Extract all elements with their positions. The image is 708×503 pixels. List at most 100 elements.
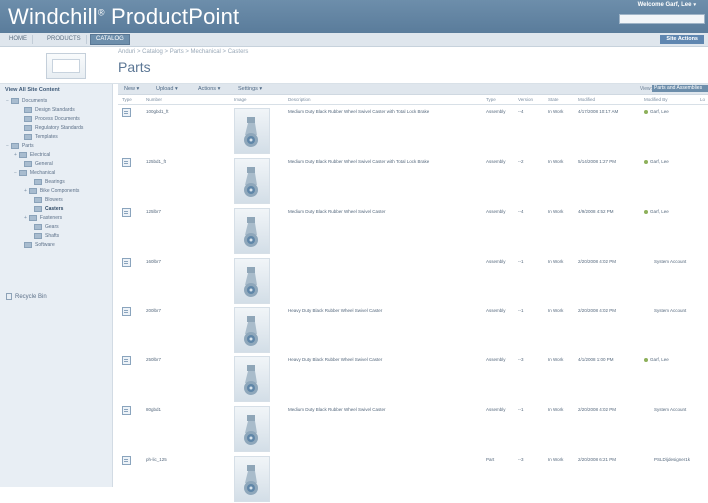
part-number-link[interactable]: 125lbr7	[146, 209, 161, 214]
tab-catalog[interactable]: CATALOG	[90, 34, 130, 45]
column-header-type-icon[interactable]: Type	[122, 97, 132, 102]
site-image	[46, 53, 86, 79]
tree-item-mechanical[interactable]: − Mechanical	[14, 169, 55, 177]
tab-products[interactable]: PRODUCTS	[42, 35, 87, 44]
table-row[interactable]: 125lbr7 Medium Duty Black Rubber Wheel Sw…	[118, 206, 708, 255]
tree-item-electrical[interactable]: + Electrical	[14, 151, 50, 159]
expand-icon[interactable]: +	[14, 152, 17, 158]
column-header-modified-by[interactable]: Modified By	[644, 97, 668, 102]
tree-item-general[interactable]: General	[24, 160, 53, 168]
modified-by-link[interactable]: Garf, Lee	[644, 357, 669, 362]
table-row[interactable]: 80gbd1 Medium Duty Black Rubber Wheel Swi…	[118, 404, 708, 453]
tree-item-design-standards[interactable]: Design Standards	[24, 106, 75, 114]
column-header-description[interactable]: Description	[288, 97, 311, 102]
tree-item-shafts[interactable]: Shafts	[34, 232, 59, 240]
column-header-image[interactable]: Image	[234, 97, 247, 102]
view-all-site-content-link[interactable]: View All Site Content	[5, 87, 60, 93]
column-header-version[interactable]: Version	[518, 97, 533, 102]
app-header: Windchill® ProductPoint Welcome Garf, Le…	[0, 0, 708, 33]
column-header-location[interactable]: Lo	[700, 97, 705, 102]
modified-cell: 2/20/2008 4:02 PM	[578, 308, 617, 313]
modified-by-link[interactable]: Garf, Lee	[644, 109, 669, 114]
table-row[interactable]: 200lbr7 Heavy Duty Black Rubber Wheel Swi…	[118, 305, 708, 354]
modified-by-link[interactable]: Garf, Lee	[644, 159, 669, 164]
modified-cell: 4/9/2008 4:52 PM	[578, 209, 614, 214]
tree-item-gears[interactable]: Gears	[34, 223, 59, 231]
presence-icon	[644, 357, 648, 362]
settings-menu[interactable]: Settings ▾	[238, 86, 262, 92]
part-number-link[interactable]: 80gbd1	[146, 407, 161, 412]
column-header-state[interactable]: State	[548, 97, 559, 102]
tree-item-process-documents[interactable]: Process Documents	[24, 115, 80, 123]
tree-label: Fasteners	[39, 215, 63, 221]
welcome-menu[interactable]: Welcome Garf, Lee ▾	[638, 2, 696, 8]
tree-label: Templates	[35, 134, 58, 140]
recycle-bin-label: Recycle Bin	[15, 294, 47, 301]
tree-item-fasteners[interactable]: + Fasteners	[24, 214, 62, 222]
app-logo[interactable]: Windchill® ProductPoint	[8, 4, 239, 30]
column-header-type[interactable]: Type	[486, 97, 496, 102]
modified-cell: 5/14/2008 1:27 PM	[578, 159, 617, 164]
column-header-modified[interactable]: Modified	[578, 97, 595, 102]
part-number-link[interactable]: 250lbr7	[146, 357, 161, 362]
modified-by-link[interactable]: PSLD\jdesigner1k	[654, 457, 690, 462]
search-input[interactable]	[619, 14, 705, 24]
breadcrumb[interactable]: Anduri > Catalog > Parts > Mechanical > …	[118, 49, 248, 55]
tree-item-documents[interactable]: − Documents	[6, 97, 47, 105]
caster-thumbnail	[234, 158, 270, 204]
table-row[interactable]: 100gbd1_ft Medium Duty Black Rubber Wheel…	[118, 106, 708, 155]
folder-icon	[10, 97, 19, 104]
new-menu[interactable]: New ▾	[124, 86, 139, 92]
upload-menu[interactable]: Upload ▾	[156, 86, 178, 92]
tree-item-casters[interactable]: Casters	[34, 205, 63, 213]
tree-item-regulatory-standards[interactable]: Regulatory Standards	[24, 124, 83, 132]
welcome-label: Welcome Garf, Lee	[637, 2, 692, 8]
version-cell: --2	[518, 159, 524, 164]
part-number-link[interactable]: 200lbr7	[146, 308, 161, 313]
view-select[interactable]: Parts and Assemblies	[652, 85, 708, 92]
modified-by-link[interactable]: System Account	[654, 259, 686, 264]
folder-icon	[24, 106, 32, 113]
table-row[interactable]: 160lbr7 Assembly --1 In Work 2/20/2008 4:02 …	[118, 256, 708, 305]
table-row[interactable]: ph-lic_125 Part --3 In Work 2/20/2008 6:21 P…	[118, 454, 708, 503]
chevron-down-icon: ▾	[693, 2, 696, 8]
column-header-number[interactable]: Number	[146, 97, 162, 102]
site-actions-button[interactable]: Site Actions	[660, 35, 704, 44]
tree-label: Bike Components	[39, 188, 80, 194]
document-icon	[122, 108, 131, 117]
collapse-icon[interactable]: −	[14, 170, 17, 176]
table-row[interactable]: 250lbr7 Heavy Duty Black Rubber Wheel Swi…	[118, 354, 708, 403]
list-toolbar: New ▾ Upload ▾ Actions ▾ Settings ▾ View…	[118, 84, 708, 95]
modified-cell: 2/20/2008 6:21 PM	[578, 457, 617, 462]
tree-item-bearings[interactable]: Bearings	[34, 178, 65, 186]
collapse-icon[interactable]: −	[6, 98, 9, 104]
actions-menu[interactable]: Actions ▾	[198, 86, 220, 92]
modified-by-link[interactable]: System Account	[654, 308, 686, 313]
state-cell: In Work	[548, 308, 564, 313]
folder-icon	[34, 196, 42, 203]
folder-icon	[24, 124, 32, 131]
table-row[interactable]: 125bd1_ft Medium Duty Black Rubber Wheel …	[118, 156, 708, 205]
tree-item-software[interactable]: Software	[24, 241, 55, 249]
tree-item-templates[interactable]: Templates	[24, 133, 58, 141]
modified-by-link[interactable]: System Account	[654, 407, 686, 412]
caster-thumbnail	[234, 258, 270, 304]
modified-cell: 4/1/2008 1:00 PM	[578, 357, 614, 362]
part-number-link[interactable]: 125bd1_ft	[146, 159, 166, 164]
modified-by-link[interactable]: Garf, Lee	[644, 209, 669, 214]
tree-item-parts[interactable]: − Parts	[6, 142, 34, 150]
tab-home[interactable]: HOME	[4, 35, 33, 44]
tree-item-bike-components[interactable]: + Bike Components	[24, 187, 79, 195]
part-number-link[interactable]: ph-lic_125	[146, 457, 167, 462]
tree-item-blowers[interactable]: Blowers	[34, 196, 63, 204]
collapse-icon[interactable]: −	[6, 143, 9, 149]
modified-by-label: System Account	[654, 407, 687, 412]
part-number-link[interactable]: 160lbr7	[146, 259, 161, 264]
recycle-bin-link[interactable]: Recycle Bin	[6, 293, 47, 300]
recycle-bin-icon	[6, 293, 12, 300]
expand-icon[interactable]: +	[24, 188, 27, 194]
part-number-link[interactable]: 100gbd1_ft	[146, 109, 169, 114]
tree-label: Parts	[21, 143, 34, 149]
caster-thumbnail	[234, 307, 270, 353]
expand-icon[interactable]: +	[24, 215, 27, 221]
